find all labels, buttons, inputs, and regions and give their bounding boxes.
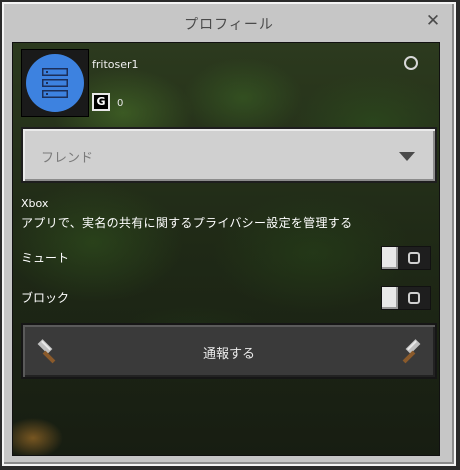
report-label: 通報する [202,347,255,362]
block-toggle[interactable] [381,286,431,310]
relationship-dropdown[interactable]: フレンド [21,127,437,183]
dialog-title: プロフィール [184,17,274,33]
toggle-knob [382,247,398,269]
gamerscore-icon: G [92,93,110,111]
relationship-selected: フレンド [41,151,94,166]
block-label: ブロック [21,291,70,305]
toggle-off-icon [408,292,420,304]
gamerscore: 0 [117,98,124,109]
online-status-icon [404,56,418,70]
toggle-off-icon [408,252,420,264]
report-button[interactable]: 通報する [21,323,437,379]
gamertag: fritoser1 [92,58,139,71]
toggle-knob [382,287,398,309]
privacy-heading: Xbox [21,197,49,210]
avatar [21,49,89,117]
server-stack-icon [42,68,68,98]
avatar-circle [26,54,84,112]
profile-header: fritoser1 G 0 [12,42,438,120]
close-icon[interactable]: ✕ [424,12,442,30]
mute-toggle[interactable] [381,246,431,270]
mute-label: ミュート [21,251,70,265]
hammer-icon [402,339,421,364]
privacy-description[interactable]: アプリで、実名の共有に関するプライバシー設定を管理する [21,214,352,231]
chevron-down-icon [399,152,415,161]
